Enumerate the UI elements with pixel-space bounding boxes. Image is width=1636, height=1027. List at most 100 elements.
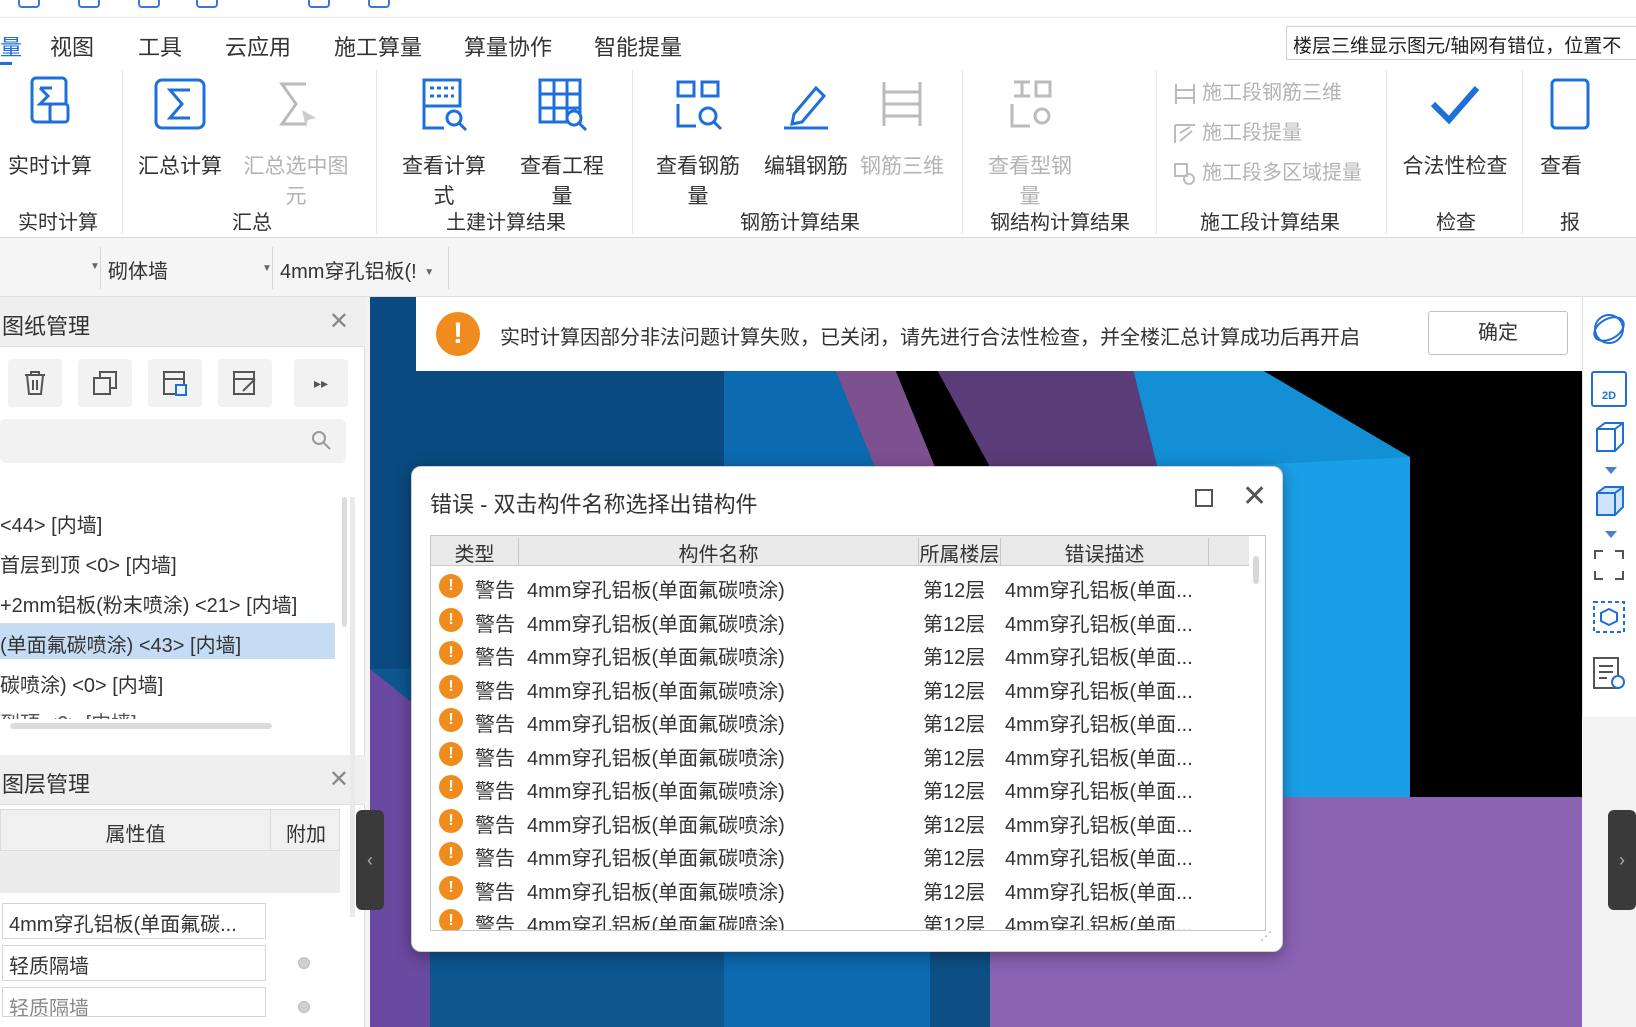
menu-cloud[interactable]: 云应用	[225, 30, 291, 62]
close-icon[interactable]: ✕	[1242, 479, 1267, 514]
table-row[interactable]: ! 警告 4mm穿孔铝板(单面氟碳喷涂) 第12层 4mm穿孔铝板(单面...	[431, 803, 1249, 838]
row-component-name[interactable]: 4mm穿孔铝板(单面氟碳喷涂)	[527, 842, 785, 871]
extra-radio[interactable]	[298, 957, 310, 969]
edit-rebar-button[interactable]: 编辑钢筋	[764, 74, 848, 180]
chevron-down-icon[interactable]	[1605, 531, 1617, 538]
table-row[interactable]: ! 警告 4mm穿孔铝板(单面氟碳喷涂) 第12层 4mm穿孔铝板(单面...	[431, 836, 1249, 871]
tree-item[interactable]: 碳喷涂) <0> [内墙]	[0, 663, 335, 699]
close-icon[interactable]: ✕	[329, 765, 349, 794]
close-icon[interactable]: ✕	[329, 307, 349, 336]
tree-horizontal-scrollbar[interactable]	[10, 723, 272, 729]
row-component-name[interactable]: 4mm穿孔铝板(单面氟碳喷涂)	[527, 809, 785, 838]
row-component-name[interactable]: 4mm穿孔铝板(单面氟碳喷涂)	[527, 742, 785, 771]
view-list-icon[interactable]	[1591, 655, 1627, 691]
tree-item[interactable]: 首层到顶 <0> [内墙]	[0, 543, 335, 579]
view-quantity-button[interactable]: 查看工程量	[510, 74, 614, 210]
resize-grip-icon[interactable]: ⋰	[1260, 929, 1272, 943]
group-separator	[962, 70, 963, 234]
menu-item-cut[interactable]: 量	[0, 30, 22, 62]
menu-construction[interactable]: 施工算量	[334, 30, 422, 62]
row-component-name[interactable]: 4mm穿孔铝板(单面氟碳喷涂)	[527, 574, 785, 603]
delete-button[interactable]	[8, 359, 62, 407]
stage-extract-button[interactable]: 施工段提量	[1172, 116, 1302, 147]
drawing-search-input[interactable]	[0, 419, 346, 463]
category-dropdown-arrow[interactable]: ▼	[84, 251, 100, 285]
view-steel-button[interactable]: 查看型钢量	[978, 74, 1082, 210]
table-row[interactable]: ! 警告 4mm穿孔铝板(单面氟碳喷涂) 第12层 4mm穿孔铝板(单面...	[431, 870, 1249, 905]
row-component-name[interactable]: 4mm穿孔铝板(单面氟碳喷涂)	[527, 608, 785, 637]
row-component-name[interactable]: 4mm穿孔铝板(单面氟碳喷涂)	[527, 708, 785, 737]
table-row[interactable]: ! 警告 4mm穿孔铝板(单面氟碳喷涂) 第12层 4mm穿孔铝板(单面...	[431, 635, 1249, 670]
column-header-desc[interactable]: 错误描述	[1001, 538, 1209, 566]
view-report-button[interactable]: 查看	[1538, 74, 1598, 180]
property-category-field[interactable]: 轻质隔墙	[2, 945, 266, 981]
row-component-name[interactable]: 4mm穿孔铝板(单面氟碳喷涂)	[527, 641, 785, 670]
cube-solid-icon[interactable]	[1591, 483, 1627, 519]
copy-button[interactable]	[78, 359, 132, 407]
row-component-name[interactable]: 4mm穿孔铝板(单面氟碳喷涂)	[527, 876, 785, 905]
menu-collaboration[interactable]: 算量协作	[464, 30, 552, 62]
table-row[interactable]: ! 警告 4mm穿孔铝板(单面氟碳喷涂) 第12层 4mm穿孔铝板(单面...	[431, 736, 1249, 771]
column-header-floor[interactable]: 所属楼层	[919, 538, 1001, 566]
row-component-name[interactable]: 4mm穿孔铝板(单面氟碳喷涂)	[527, 675, 785, 704]
table-row[interactable]: ! 警告 4mm穿孔铝板(单面氟碳喷涂) 第12层 4mm穿孔铝板(单面...	[431, 568, 1249, 603]
quick-settings-icon[interactable]	[368, 0, 390, 8]
quick-undo-icon[interactable]	[78, 0, 100, 8]
tree-vertical-scrollbar[interactable]	[342, 497, 347, 627]
table-row[interactable]: ! 警告 4mm穿孔铝板(单面氟碳喷涂) 第12层 4mm穿孔铝板(单面...	[431, 602, 1249, 637]
wall-type-dropdown[interactable]: 砌体墙 ▼	[108, 251, 272, 285]
view-formula-button[interactable]: 查看计算式	[392, 74, 496, 210]
view-2d-button[interactable]: 2D	[1591, 371, 1627, 407]
column-header-type[interactable]: 类型	[431, 538, 519, 566]
sum-calc-button[interactable]: 汇总计算	[138, 74, 222, 180]
stage-multi-button[interactable]: 施工段多区域提量	[1172, 156, 1362, 187]
orbit-icon[interactable]	[1591, 311, 1627, 347]
quick-open-icon[interactable]	[196, 0, 218, 8]
component-dropdown[interactable]: 4mm穿孔铝板(! ▼	[280, 251, 440, 285]
table-row[interactable]: ! 警告 4mm穿孔铝板(单面氟碳喷涂) 第12层 4mm穿孔铝板(单面...	[431, 769, 1249, 804]
property-type-field[interactable]: 轻质隔墙	[2, 987, 266, 1017]
column-header-name[interactable]: 构件名称	[519, 538, 919, 566]
edit-drawing-button[interactable]	[218, 359, 272, 407]
banner-message: 实时计算因部分非法问题计算失败，已关闭，请先进行合法性检查，并全楼汇总计算成功后…	[500, 327, 1360, 349]
tree-item[interactable]: 到顶 <0> [内墙]	[0, 703, 335, 719]
table-scrollbar[interactable]	[1253, 556, 1259, 584]
row-component-name[interactable]: 4mm穿孔铝板(单面氟碳喷涂)	[527, 909, 785, 930]
banner-ok-button[interactable]: 确定	[1428, 311, 1568, 355]
left-collapse-handle[interactable]: ‹	[356, 810, 384, 910]
menu-tools[interactable]: 工具	[138, 30, 182, 62]
quick-save-icon[interactable]	[18, 0, 40, 8]
table-row[interactable]: ! 警告 4mm穿孔铝板(单面氟碳喷涂) 第12层 4mm穿孔铝板(单面...	[431, 702, 1249, 737]
legality-check-button[interactable]: 合法性检查	[1400, 74, 1510, 180]
more-button[interactable]: ▸▸	[294, 359, 348, 407]
table-row[interactable]: ! 警告 4mm穿孔铝板(单面氟碳喷涂) 第12层 4mm穿孔铝板(单面...	[431, 669, 1249, 704]
cube-outline-icon[interactable]	[1591, 419, 1627, 455]
notice-field[interactable]: 楼层三维显示图元/轴网有错位，位置不	[1286, 26, 1636, 60]
panel-scrollbar[interactable]	[350, 497, 355, 917]
menu-smart-extract[interactable]: 智能提量	[594, 30, 682, 62]
error-table: 类型 构件名称 所属楼层 错误描述 ! 警告 4mm穿孔铝板(单面氟碳喷涂) 第12层…	[430, 535, 1266, 931]
maximize-icon[interactable]	[1195, 489, 1213, 507]
tree-item[interactable]: <44> [内墙]	[0, 503, 335, 539]
row-floor: 第12层	[923, 647, 986, 669]
row-floor: 第12层	[923, 881, 986, 904]
fit-view-icon[interactable]	[1591, 547, 1627, 583]
table-row[interactable]: ! 警告 4mm穿孔铝板(单面氟碳喷涂) 第12层 4mm穿孔铝板(单面...	[431, 903, 1249, 930]
tree-item-selected[interactable]: (单面氟碳喷涂) <43> [内墙]	[0, 623, 335, 659]
stage-rebar-3d-button[interactable]: 施工段钢筋三维	[1172, 76, 1342, 107]
row-component-name[interactable]: 4mm穿孔铝板(单面氟碳喷涂)	[527, 775, 785, 804]
select-box-icon[interactable]	[1591, 599, 1627, 635]
tree-item[interactable]: +2mm铝板(粉末喷涂) <21> [内墙]	[0, 583, 335, 619]
rebar-3d-button[interactable]: 钢筋三维	[860, 74, 944, 180]
sum-selected-button[interactable]: 汇总选中图元	[234, 74, 358, 210]
quick-print-icon[interactable]	[308, 0, 330, 8]
chevron-down-icon[interactable]	[1605, 467, 1617, 474]
realtime-calc-button[interactable]: 实时计算	[8, 74, 92, 180]
right-collapse-handle[interactable]: ›	[1608, 810, 1636, 910]
extra-radio[interactable]	[298, 1001, 310, 1013]
export-button[interactable]	[148, 359, 202, 407]
property-name-field[interactable]: 4mm穿孔铝板(单面氟碳...	[2, 903, 266, 939]
menu-view[interactable]: 视图	[50, 30, 94, 62]
quick-redo-icon[interactable]	[138, 0, 160, 8]
view-rebar-button[interactable]: 查看钢筋量	[646, 74, 750, 210]
